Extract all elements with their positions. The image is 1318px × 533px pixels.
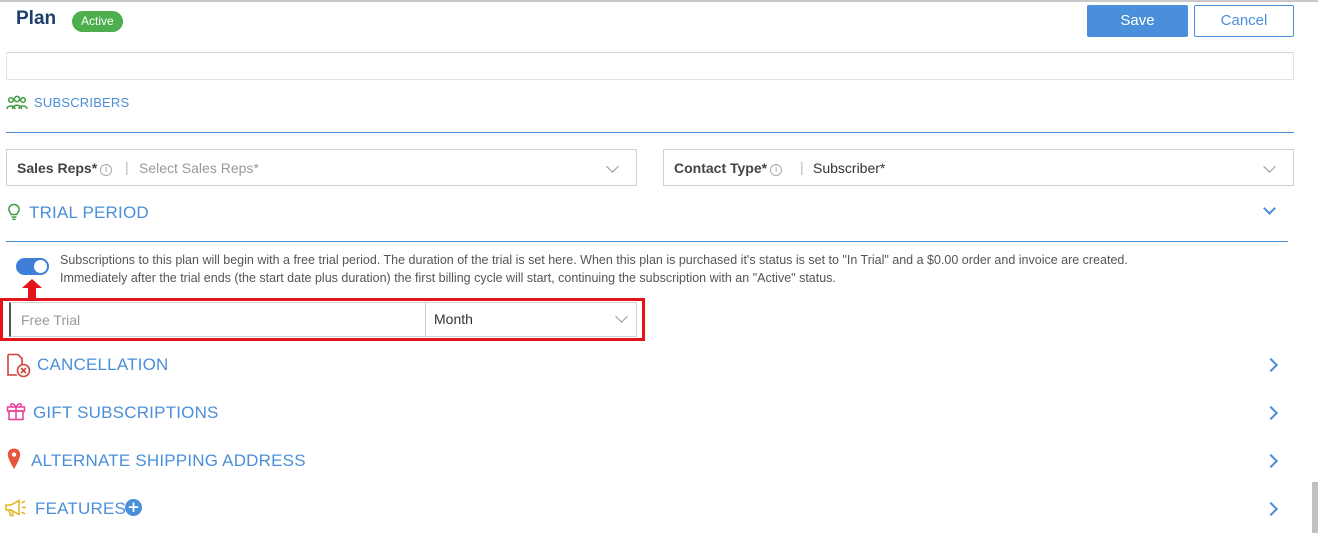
sales-reps-select[interactable]: Sales Reps* i | Select Sales Reps* (6, 149, 637, 186)
alternate-shipping-header[interactable]: ALTERNATE SHIPPING ADDRESS (31, 451, 306, 471)
chevron-right-icon[interactable] (1263, 453, 1279, 469)
lightbulb-icon (8, 203, 20, 221)
save-button[interactable]: Save (1087, 5, 1188, 37)
free-trial-duration-input[interactable] (9, 302, 426, 337)
chevron-down-icon (1263, 160, 1276, 173)
trial-period-toggle[interactable] (16, 258, 49, 275)
sales-reps-placeholder: Select Sales Reps* (139, 160, 259, 176)
trial-description-line: Immediately after the trial ends (the st… (60, 271, 836, 285)
chevron-right-icon[interactable] (1263, 501, 1279, 517)
top-border (0, 0, 1318, 4)
features-header[interactable]: FEATURES (35, 499, 126, 519)
contact-type-value: Subscriber* (813, 160, 886, 176)
toggle-knob (34, 260, 47, 273)
field-separator: | (800, 159, 804, 175)
gift-subscriptions-header[interactable]: GIFT SUBSCRIPTIONS (33, 403, 219, 423)
trial-period-divider (6, 241, 1288, 242)
scrollbar-thumb[interactable] (1312, 482, 1318, 533)
map-pin-icon (7, 448, 21, 469)
subscribers-divider (6, 132, 1294, 133)
chevron-down-icon (606, 160, 619, 173)
cancellation-header[interactable]: CANCELLATION (37, 355, 169, 375)
chevron-right-icon[interactable] (1263, 405, 1279, 421)
info-icon: i (100, 164, 113, 176)
gift-icon (6, 403, 26, 421)
trial-unit-value: Month (434, 311, 473, 327)
cancel-button[interactable]: Cancel (1194, 5, 1294, 37)
chevron-down-icon (615, 310, 628, 323)
document-cancel-icon (7, 353, 31, 378)
trial-unit-select[interactable]: Month (425, 302, 637, 337)
users-icon (6, 95, 28, 110)
empty-panel (6, 52, 1294, 80)
chevron-right-icon[interactable] (1263, 357, 1279, 373)
status-badge: Active (72, 11, 123, 32)
trial-description-line: Subscriptions to this plan will begin wi… (60, 253, 1128, 267)
field-separator: | (125, 159, 129, 175)
add-feature-plus-icon[interactable]: + (125, 499, 142, 516)
page-title: Plan (16, 8, 57, 29)
subscribers-section-label: SUBSCRIBERS (34, 95, 130, 110)
trial-period-header[interactable]: TRIAL PERIOD (29, 203, 149, 223)
megaphone-icon (5, 499, 26, 517)
contact-type-label: Contact Type* i (674, 160, 783, 176)
sales-reps-label: Sales Reps* i (17, 160, 113, 176)
info-icon: i (770, 164, 783, 176)
trial-period-description: Subscriptions to this plan will begin wi… (60, 251, 1260, 287)
chevron-down-icon[interactable] (1263, 202, 1276, 215)
contact-type-select[interactable]: Contact Type* i | Subscriber* (663, 149, 1294, 186)
red-arrow-up-icon (22, 279, 42, 298)
